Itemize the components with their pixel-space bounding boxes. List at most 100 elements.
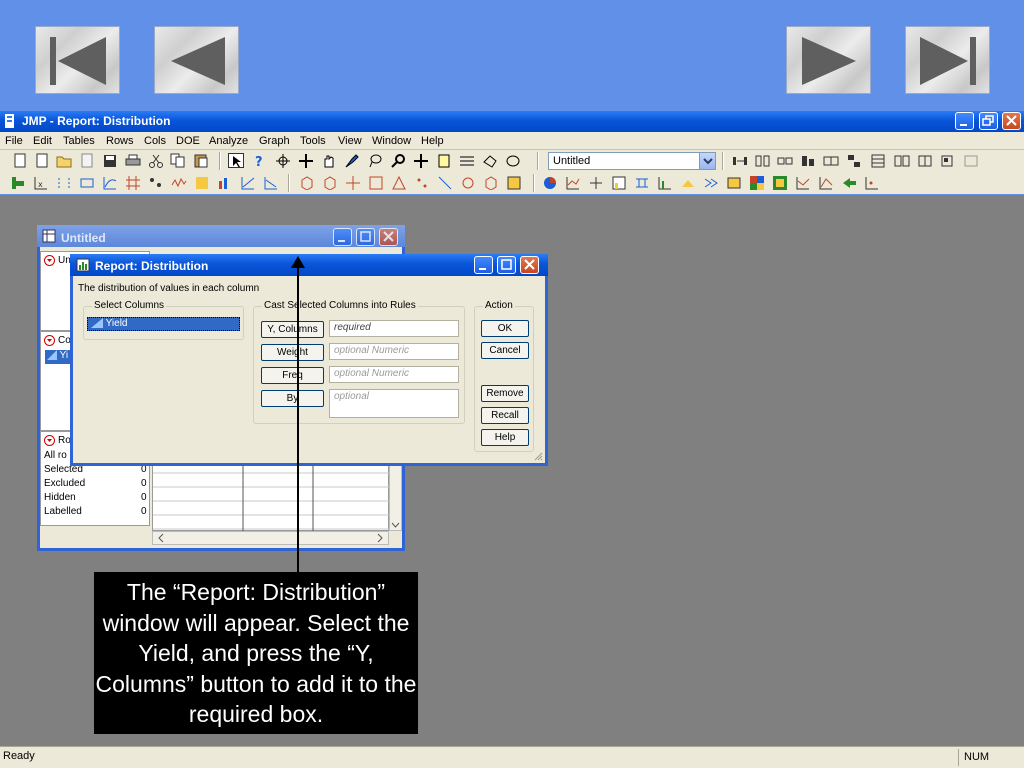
paste-icon[interactable] — [193, 153, 209, 168]
matched-pairs-icon[interactable] — [56, 175, 72, 190]
variability-icon[interactable] — [588, 175, 604, 190]
menu-window[interactable]: Window — [372, 135, 411, 147]
overlay-plot-icon[interactable] — [240, 175, 256, 190]
profiler-icon[interactable] — [437, 175, 453, 190]
menu-graph[interactable]: Graph — [259, 135, 290, 147]
dialog-maximize-button[interactable] — [497, 256, 516, 274]
menu-view[interactable]: View — [338, 135, 362, 147]
first-slide-button[interactable] — [35, 26, 120, 94]
ok-button[interactable]: OK — [481, 320, 529, 337]
time-series-icon[interactable] — [171, 175, 187, 190]
y-columns-button[interactable]: Y, Columns — [261, 321, 324, 338]
subset-icon[interactable] — [940, 153, 956, 168]
by-button[interactable]: By — [261, 390, 324, 407]
scroll-down-icon[interactable] — [390, 519, 401, 530]
print-icon[interactable] — [125, 153, 141, 168]
cluster-icon[interactable] — [148, 175, 164, 190]
help-button[interactable]: Help — [481, 429, 529, 446]
move-tool-icon[interactable] — [298, 153, 314, 168]
diagram-icon[interactable] — [703, 175, 719, 190]
chart-icon[interactable] — [217, 175, 233, 190]
spider-icon[interactable] — [345, 175, 361, 190]
menu-analyze[interactable]: Analyze — [209, 135, 248, 147]
dialog-minimize-button[interactable] — [474, 256, 493, 274]
bubble-plot-icon[interactable] — [818, 175, 834, 190]
control-chart-icon[interactable] — [565, 175, 581, 190]
nonlinear-icon[interactable] — [102, 175, 118, 190]
new-document-icon[interactable] — [12, 153, 28, 168]
table-select-dropdown[interactable] — [699, 153, 715, 169]
tree-map-icon[interactable] — [749, 175, 765, 190]
parallel-plot-icon[interactable] — [795, 175, 811, 190]
mosaic-icon[interactable] — [772, 175, 788, 190]
menu-file[interactable]: File — [5, 135, 23, 147]
page-icon[interactable] — [79, 153, 95, 168]
scroll-left-icon[interactable] — [155, 532, 167, 544]
restore-button[interactable] — [979, 112, 998, 130]
vertical-scrollbar[interactable] — [389, 460, 402, 531]
previous-slide-button[interactable] — [154, 26, 239, 94]
scatter-matrix-icon[interactable] — [414, 175, 430, 190]
back-arrow-icon[interactable] — [841, 175, 857, 190]
capability-icon[interactable] — [657, 175, 673, 190]
cube-alt-icon[interactable] — [322, 175, 338, 190]
line-tool-icon[interactable] — [459, 153, 475, 168]
scroll-right-icon[interactable] — [374, 532, 386, 544]
scatterplot-3d-icon[interactable] — [864, 175, 880, 190]
ishikawa-icon[interactable] — [634, 175, 650, 190]
last-slide-button[interactable] — [905, 26, 990, 94]
update-table-icon[interactable] — [917, 153, 933, 168]
group-columns-icon[interactable] — [755, 153, 771, 168]
by-field[interactable]: optional — [329, 389, 459, 418]
menu-edit[interactable]: Edit — [33, 135, 52, 147]
resize-grip-icon[interactable] — [533, 451, 543, 461]
copy-icon[interactable] — [170, 153, 186, 168]
untitled-minimize-button[interactable] — [333, 228, 352, 246]
ellipse-tool-icon[interactable] — [505, 153, 521, 168]
recall-button[interactable]: Recall — [481, 407, 529, 424]
correlation-icon[interactable] — [125, 175, 141, 190]
process-icon[interactable] — [680, 175, 696, 190]
next-slide-button[interactable] — [786, 26, 871, 94]
minimize-button[interactable] — [955, 112, 974, 130]
menu-cols[interactable]: Cols — [144, 135, 166, 147]
menu-tools[interactable]: Tools — [300, 135, 326, 147]
sort-icon[interactable] — [846, 153, 862, 168]
contour-icon[interactable] — [460, 175, 476, 190]
magnifier-tool-icon[interactable] — [390, 153, 406, 168]
join-columns-icon[interactable] — [732, 153, 748, 168]
disclosure-icon[interactable] — [44, 435, 55, 446]
crosshair-tool-icon[interactable] — [413, 153, 429, 168]
column-option-yield[interactable]: Yield — [87, 317, 240, 331]
fit-model-icon[interactable] — [79, 175, 95, 190]
annotate-tool-icon[interactable] — [436, 153, 452, 168]
concatenate-icon[interactable] — [823, 153, 839, 168]
polygon-tool-icon[interactable] — [482, 153, 498, 168]
untitled-maximize-button[interactable] — [356, 228, 375, 246]
menu-rows[interactable]: Rows — [106, 135, 134, 147]
y-columns-field[interactable]: required — [329, 320, 459, 337]
open-folder-icon[interactable] — [56, 153, 72, 168]
transpose-icon[interactable] — [894, 153, 910, 168]
cube-icon[interactable] — [299, 175, 315, 190]
menu-tables[interactable]: Tables — [63, 135, 95, 147]
brush-tool-icon[interactable] — [344, 153, 360, 168]
cell-plot-icon[interactable] — [726, 175, 742, 190]
spinning-plot-icon[interactable] — [263, 175, 279, 190]
selection-tool-icon[interactable] — [275, 153, 291, 168]
stack-columns-icon[interactable] — [800, 153, 816, 168]
pie-chart-icon[interactable] — [542, 175, 558, 190]
pareto-icon[interactable] — [611, 175, 627, 190]
horizontal-scrollbar[interactable] — [152, 531, 389, 545]
menu-doe[interactable]: DOE — [176, 135, 200, 147]
cube-grid-icon[interactable] — [368, 175, 384, 190]
summary-table-icon[interactable] — [870, 153, 886, 168]
disclosure-icon[interactable] — [44, 335, 55, 346]
lasso-tool-icon[interactable] — [367, 153, 383, 168]
hand-tool-icon[interactable] — [321, 153, 337, 168]
table-select[interactable]: Untitled — [548, 152, 716, 170]
tabulate-icon[interactable] — [963, 153, 979, 168]
ternary-icon[interactable] — [506, 175, 522, 190]
menu-help[interactable]: Help — [421, 135, 444, 147]
surface-plot-icon[interactable] — [483, 175, 499, 190]
